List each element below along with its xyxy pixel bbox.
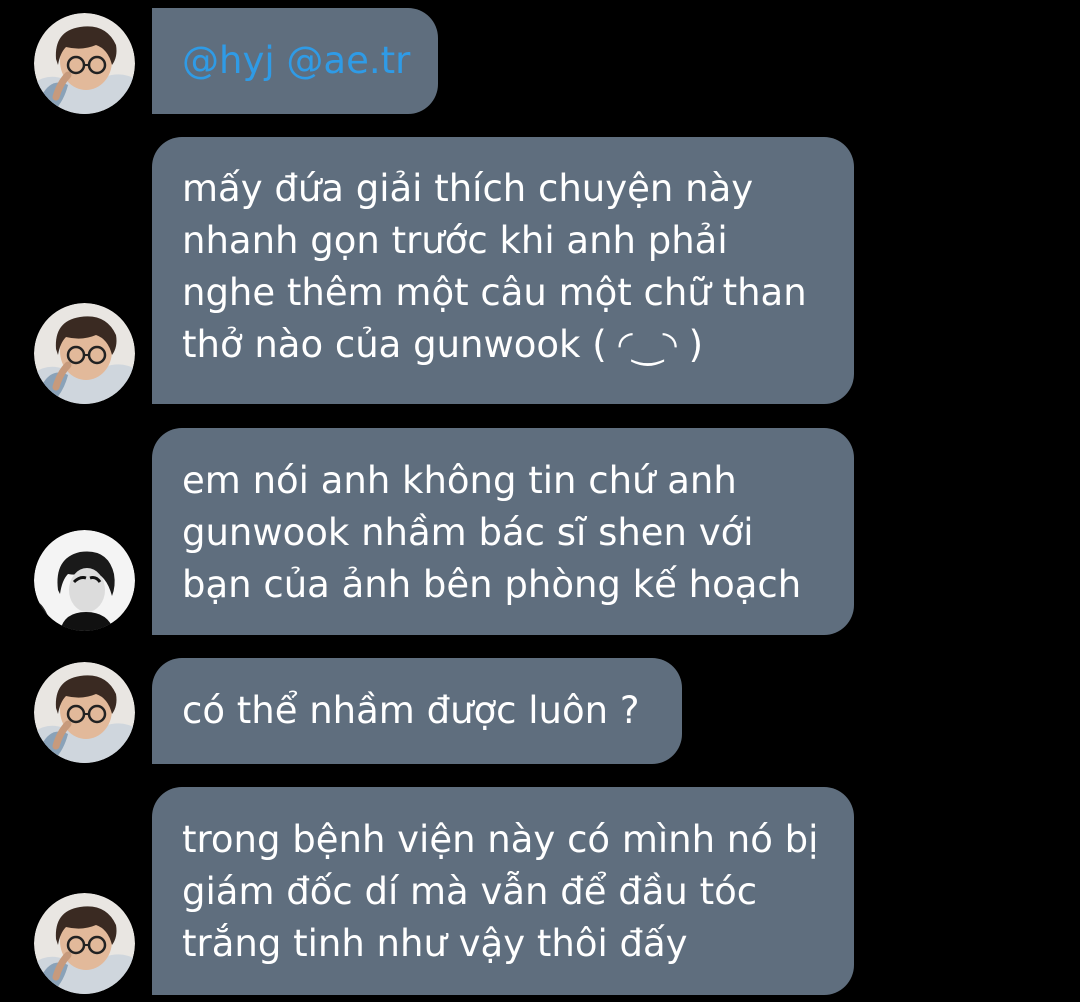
mention-link[interactable]: @ae.tr [286,39,410,82]
message-bubble[interactable]: @hyj @ae.tr [152,8,438,114]
sender-avatar[interactable] [34,13,135,114]
profile-photo-icon [34,13,135,114]
profile-photo-icon [34,662,135,763]
message-text: giám đốc dí mà vẫn để đầu tóc [182,870,758,913]
sender-avatar[interactable] [34,530,135,631]
mention-link[interactable]: @hyj [182,39,275,82]
sender-avatar[interactable] [34,303,135,404]
sender-avatar[interactable] [34,662,135,763]
message-bubble[interactable]: có thể nhầm được luôn ? [152,658,682,764]
message-text: có thể nhầm được luôn ? [182,689,640,732]
chat-screen: { "colors": { "background": "#000000", "… [0,0,1080,1002]
message-text: gunwook nhầm bác sĩ shen với [182,511,754,554]
profile-photo-icon [34,893,135,994]
message-text: bạn của ảnh bên phòng kế hoạch [182,563,802,606]
profile-photo-icon [34,303,135,404]
message-text: thở nào của gunwook ( ◜‿◝ ) [182,323,703,366]
message-bubble[interactable]: em nói anh không tin chứ anh gunwook nhầ… [152,428,854,635]
profile-photo-icon [34,530,135,631]
message-text: em nói anh không tin chứ anh [182,459,737,502]
message-bubble[interactable]: mấy đứa giải thích chuyện này nhanh gọn … [152,137,854,404]
message-text: trắng tinh như vậy thôi đấy [182,922,688,965]
message-text: trong bệnh viện này có mình nó bị [182,818,819,861]
message-bubble[interactable]: trong bệnh viện này có mình nó bị giám đ… [152,787,854,995]
sender-avatar[interactable] [34,893,135,994]
message-text: nghe thêm một câu một chữ than [182,271,807,314]
message-text: mấy đứa giải thích chuyện này [182,167,754,210]
message-text: nhanh gọn trước khi anh phải [182,219,728,262]
